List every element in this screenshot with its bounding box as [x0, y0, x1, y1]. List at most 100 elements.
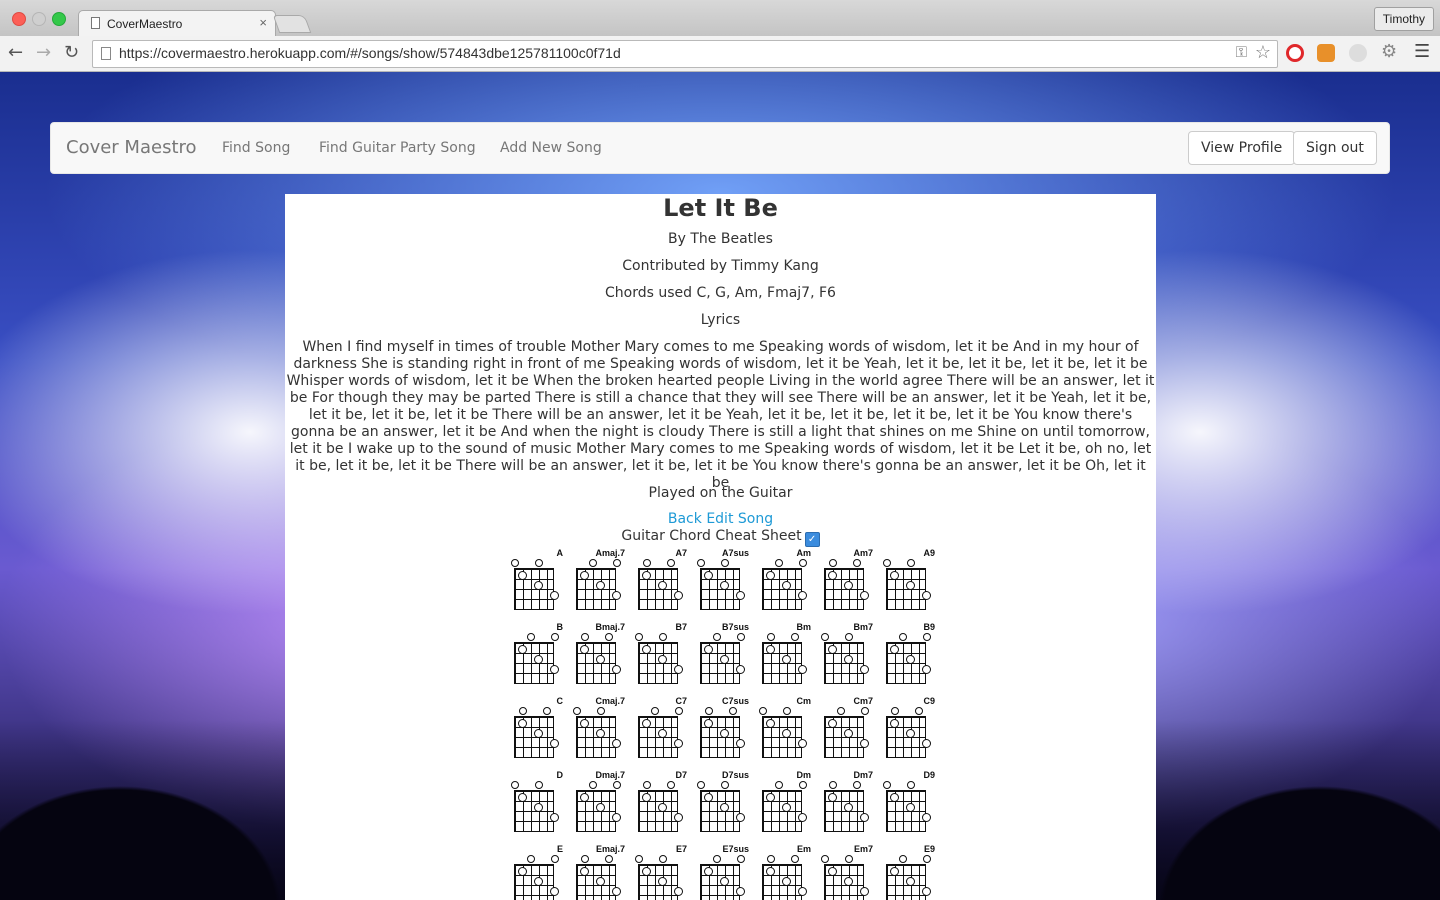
- chord-name: Am: [796, 548, 811, 558]
- finger-position: [596, 803, 605, 812]
- finger-position: [580, 645, 589, 654]
- chord-name: D7: [675, 770, 687, 780]
- guitar-chord-chart: A Amaj.7 A7 A7sus Am Am7 A9 B Bmaj.7 B7 B7sus Bm Bm7…: [507, 548, 937, 900]
- finger-position: [642, 645, 651, 654]
- song-title: Let It Be: [663, 194, 778, 222]
- ghost-extension-icon[interactable]: [1349, 44, 1367, 62]
- minimize-window-button[interactable]: [32, 12, 46, 26]
- finger-position: [736, 739, 745, 748]
- open-string-marker: [535, 781, 543, 789]
- finger-position: [674, 665, 683, 674]
- key-icon[interactable]: ⚿: [1236, 44, 1247, 61]
- chord-name: Dmaj.7: [595, 770, 625, 780]
- chord-diagram: C7sus: [693, 696, 755, 770]
- profile-button[interactable]: Timothy: [1373, 7, 1434, 31]
- maximize-window-button[interactable]: [52, 12, 66, 26]
- chord-name: B7sus: [721, 622, 749, 632]
- open-string-marker: [697, 559, 705, 567]
- chord-name: E7: [675, 844, 687, 854]
- finger-position: [828, 571, 837, 580]
- finger-position: [580, 719, 589, 728]
- finger-position: [550, 739, 559, 748]
- close-window-button[interactable]: [12, 12, 26, 26]
- open-string-marker: [729, 707, 737, 715]
- edit-song-link[interactable]: Edit Song: [706, 511, 773, 527]
- nav-add-new-song[interactable]: Add New Song: [500, 140, 602, 156]
- song-actions: Back Edit Song: [285, 511, 1156, 527]
- chord-diagram: A: [507, 548, 569, 622]
- open-string-marker: [589, 781, 597, 789]
- finger-position: [720, 803, 729, 812]
- chord-diagram: Am: [755, 548, 817, 622]
- open-string-marker: [573, 707, 581, 715]
- chord-diagram: E7: [631, 844, 693, 900]
- finger-position: [642, 571, 651, 580]
- chord-name: Bm: [796, 622, 811, 632]
- star-icon[interactable]: ☆: [1255, 42, 1271, 63]
- fox-extension-icon[interactable]: [1317, 44, 1335, 62]
- back-arrow-icon[interactable]: ←: [8, 42, 23, 63]
- finger-position: [596, 655, 605, 664]
- open-string-marker: [821, 633, 829, 641]
- cheat-sheet-checkbox[interactable]: ✓: [804, 532, 820, 547]
- chord-diagram: Emaj.7: [569, 844, 631, 900]
- open-string-marker: [551, 633, 559, 641]
- open-string-marker: [581, 855, 589, 863]
- open-string-marker: [613, 781, 621, 789]
- finger-position: [890, 571, 899, 580]
- open-string-marker: [551, 855, 559, 863]
- finger-position: [720, 729, 729, 738]
- chord-diagram: A7: [631, 548, 693, 622]
- open-string-marker: [535, 559, 543, 567]
- finger-position: [766, 867, 775, 876]
- finger-position: [550, 591, 559, 600]
- browser-tab[interactable]: CoverMaestro ×: [78, 10, 276, 37]
- finger-position: [922, 665, 931, 674]
- address-bar[interactable]: https://covermaestro.herokuapp.com/#/son…: [92, 40, 1278, 68]
- chord-name: Dm7: [853, 770, 873, 780]
- new-tab-button[interactable]: [272, 15, 312, 33]
- back-link[interactable]: Back: [668, 511, 702, 527]
- chord-diagram: Cm: [755, 696, 817, 770]
- brand-link[interactable]: Cover Maestro: [66, 137, 197, 158]
- opera-extension-icon[interactable]: [1286, 44, 1304, 62]
- chord-name: C9: [923, 696, 935, 706]
- finger-position: [550, 665, 559, 674]
- atom-extension-icon[interactable]: ⚙: [1381, 41, 1399, 62]
- open-string-marker: [799, 559, 807, 567]
- open-string-marker: [675, 707, 683, 715]
- chord-diagram: A7sus: [693, 548, 755, 622]
- finger-position: [782, 581, 791, 590]
- open-string-marker: [613, 559, 621, 567]
- menu-icon[interactable]: ☰: [1414, 41, 1430, 62]
- reload-icon[interactable]: ↻: [64, 42, 79, 63]
- open-string-marker: [899, 855, 907, 863]
- nav-find-song[interactable]: Find Song: [222, 140, 290, 156]
- chord-diagram: Bmaj.7: [569, 622, 631, 696]
- view-profile-button[interactable]: View Profile: [1188, 131, 1296, 165]
- open-string-marker: [635, 633, 643, 641]
- open-string-marker: [589, 559, 597, 567]
- finger-position: [612, 813, 621, 822]
- finger-position: [596, 581, 605, 590]
- open-string-marker: [713, 633, 721, 641]
- finger-position: [580, 867, 589, 876]
- chord-diagram: C9: [879, 696, 941, 770]
- tab-title: CoverMaestro: [107, 17, 183, 31]
- open-string-marker: [845, 633, 853, 641]
- open-string-marker: [853, 559, 861, 567]
- open-string-marker: [519, 707, 527, 715]
- finger-position: [736, 665, 745, 674]
- forward-arrow-icon[interactable]: →: [36, 42, 51, 63]
- nav-find-guitar-party-song[interactable]: Find Guitar Party Song: [319, 140, 476, 156]
- sign-out-button[interactable]: Sign out: [1293, 131, 1377, 165]
- finger-position: [518, 719, 527, 728]
- finger-position: [782, 877, 791, 886]
- open-string-marker: [907, 781, 915, 789]
- chord-name: Cm7: [853, 696, 873, 706]
- chord-name: C7sus: [721, 696, 749, 706]
- finger-position: [518, 571, 527, 580]
- tab-close-icon[interactable]: ×: [259, 15, 267, 30]
- chord-name: B7: [675, 622, 687, 632]
- open-string-marker: [581, 633, 589, 641]
